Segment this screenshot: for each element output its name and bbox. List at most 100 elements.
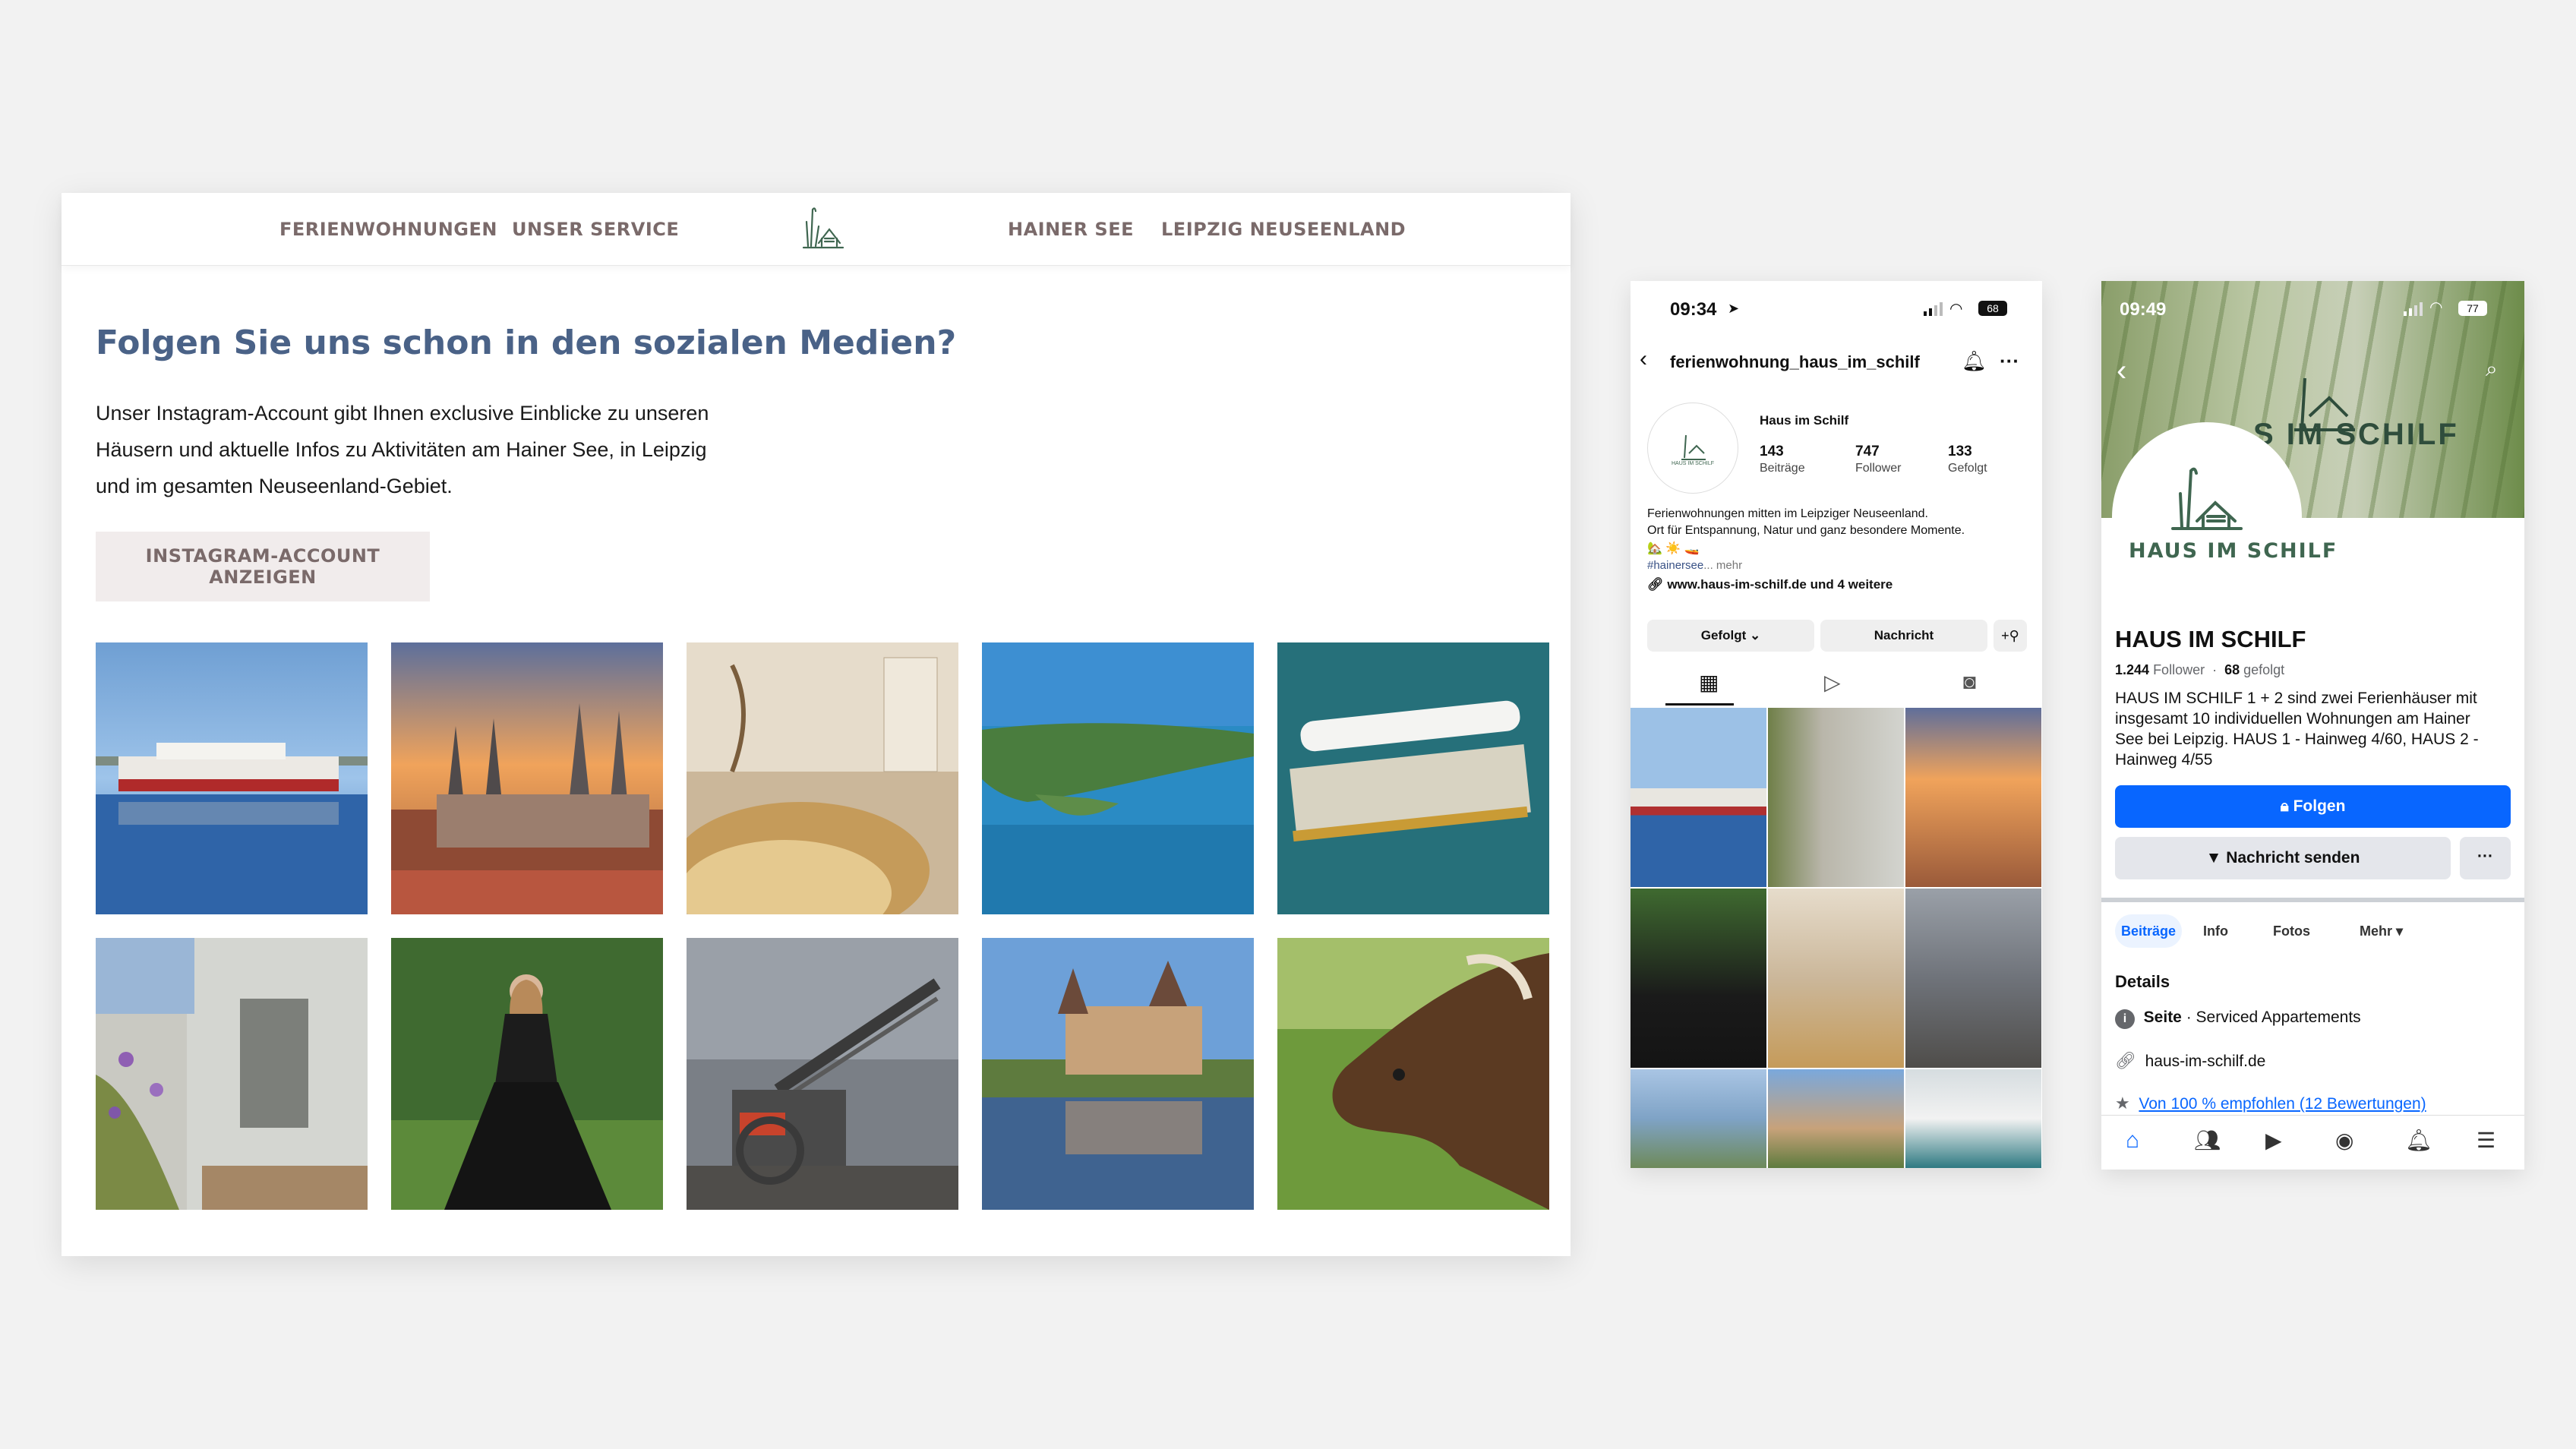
profile-icon[interactable]: ◉	[2335, 1128, 2353, 1153]
cover-title: S IM SCHILF	[2253, 418, 2459, 451]
following-button-label: Gefolgt	[1700, 628, 1747, 642]
follow-icon: 🔒︎	[2280, 797, 2293, 815]
home-icon[interactable]: ⌂	[2126, 1128, 2139, 1154]
menu-icon[interactable]: ☰	[2477, 1128, 2496, 1153]
photo-lake-aerial[interactable]	[982, 642, 1254, 914]
detail-category: i Seite · Serviced Appartements	[2115, 1009, 2361, 1029]
back-arrow-icon[interactable]: ‹	[1640, 346, 1647, 372]
search-icon[interactable]: ⌕	[2486, 357, 2498, 382]
tab-beitraege[interactable]: Beiträge	[2115, 914, 2182, 948]
bell-icon[interactable]: 🔔︎	[1962, 349, 1987, 373]
ig-post-aerial[interactable]	[1631, 1069, 1766, 1168]
nav-unser-service[interactable]: UNSER SERVICE	[512, 219, 679, 240]
description-line: HAUS IM SCHILF 1 + 2 sind zwei Ferienhäu…	[2115, 690, 2477, 707]
bio-line: Ort für Entspannung, Natur und ganz beso…	[1647, 524, 1965, 537]
display-name: Haus im Schilf	[1760, 413, 1849, 428]
photo-dining-table[interactable]	[687, 642, 958, 914]
follow-button[interactable]: 🔒︎ Folgen	[2115, 785, 2511, 828]
bio-link[interactable]: 🔗︎ www.haus-im-schilf.de und 4 weitere	[1647, 577, 1893, 592]
facebook-page-screenshot: 09:49 ◠ 77 ‹ ⌕ S IM SCHILF HAUS IM SCHIL…	[2101, 281, 2524, 1170]
description-line: See bei Leipzig. HAUS 1 - Hainweg 4/60, …	[2115, 731, 2479, 748]
photo-house-terrace[interactable]	[96, 938, 368, 1210]
send-message-label: Nachricht senden	[2226, 849, 2360, 867]
section-divider	[2101, 898, 2524, 902]
site-logo-icon[interactable]	[793, 199, 852, 258]
ig-post-castle[interactable]	[1768, 1069, 1904, 1168]
social-heading: Folgen Sie uns schon in den sozialen Med…	[96, 324, 957, 362]
description-line: Häusern und aktuelle Infos zu Aktivitäte…	[96, 438, 707, 461]
back-arrow-icon[interactable]: ‹	[2117, 354, 2126, 388]
followers-count[interactable]: 1.244	[2115, 662, 2149, 677]
page-name: HAUS IM SCHILF	[2115, 626, 2306, 652]
link-icon: 🔗︎	[2115, 1051, 2136, 1070]
website-preview: FERIENWOHNUNGEN UNSER SERVICE HAINER SEE…	[62, 193, 1571, 1256]
ig-post-ferry[interactable]	[1631, 708, 1766, 887]
following-label[interactable]: gefolgt	[2243, 662, 2284, 677]
more-options-icon[interactable]: ···	[2000, 349, 2019, 373]
avatar[interactable]: HAUS IM SCHILF	[1647, 402, 1738, 494]
detail-rating[interactable]: ★ Von 100 % empfohlen (12 Bewertungen)	[2115, 1094, 2426, 1113]
photo-mining-excavator[interactable]	[687, 938, 958, 1210]
detail-category-bold: Seite	[2143, 1009, 2182, 1026]
hashtag-link[interactable]: #hainersee	[1647, 559, 1703, 572]
following-count[interactable]: 68	[2224, 662, 2240, 677]
stat-following-label[interactable]: Gefolgt	[1948, 462, 1987, 475]
bell-icon[interactable]: 🔔︎	[2405, 1128, 2432, 1153]
bio-emoji: 🏡 ☀️ 🚤	[1647, 542, 1700, 555]
stat-followers-value[interactable]: 747	[1855, 444, 1880, 460]
location-arrow-icon: ➤	[1728, 301, 1740, 316]
battery-icon: 68	[1978, 301, 2007, 316]
description-line: insgesamt 10 individuellen Wohnungen am …	[2115, 710, 2470, 728]
nav-hainer-see[interactable]: HAINER SEE	[1008, 219, 1134, 240]
grid-tab-icon[interactable]: ▦	[1699, 670, 1719, 695]
more-link[interactable]: ... mehr	[1703, 559, 1742, 572]
detail-website[interactable]: 🔗︎ haus-im-schilf.de	[2115, 1051, 2265, 1071]
instagram-profile-screenshot: 09:34 ➤ ◠ 68 ‹ ferienwohnung_haus_im_sch…	[1631, 281, 2042, 1168]
page-description: HAUS IM SCHILF 1 + 2 sind zwei Ferienhäu…	[2115, 688, 2479, 770]
video-icon[interactable]: ▶	[2265, 1128, 2282, 1153]
tab-info[interactable]: Info	[2203, 923, 2228, 939]
send-message-button[interactable]: ▼ Nachricht senden	[2115, 837, 2451, 879]
ig-post-terrace[interactable]	[1768, 708, 1904, 887]
add-person-icon[interactable]: +⚲	[1994, 620, 2027, 652]
tab-mehr-label: Mehr	[2360, 923, 2393, 939]
friends-icon[interactable]: 👥︎	[2194, 1128, 2221, 1153]
detail-website-text[interactable]: haus-im-schilf.de	[2145, 1053, 2266, 1070]
active-tab-indicator	[1665, 703, 1734, 706]
nav-ferienwohnungen[interactable]: FERIENWOHNUNGEN	[279, 219, 497, 240]
follow-button-label: Folgen	[2293, 797, 2346, 815]
followers-label[interactable]: Follower	[2153, 662, 2205, 677]
stat-followers-label[interactable]: Follower	[1855, 462, 1901, 475]
description-line: Hainweg 4/55	[2115, 751, 2213, 769]
stat-following-value[interactable]: 133	[1948, 444, 1972, 460]
photo-castle-reflection[interactable]	[982, 938, 1254, 1210]
ig-post-gown[interactable]	[1631, 889, 1766, 1068]
ig-post-pontoon[interactable]	[1905, 1069, 2041, 1168]
ig-post-dining[interactable]	[1768, 889, 1904, 1068]
ig-post-excavator[interactable]	[1905, 889, 2041, 1068]
battery-icon: 77	[2458, 301, 2487, 316]
nav-leipzig-neuseenland[interactable]: LEIPZIG NEUSEENLAND	[1161, 219, 1406, 240]
instagram-account-button[interactable]: INSTAGRAM-ACCOUNT ANZEIGEN	[96, 532, 430, 601]
tab-mehr[interactable]: Mehr ▾	[2360, 923, 2403, 939]
photo-ferry-boat[interactable]	[96, 642, 368, 914]
caret-down-icon: ▾	[2396, 923, 2404, 939]
photo-bison[interactable]	[1277, 938, 1549, 1210]
tagged-tab-icon[interactable]: ◙	[1963, 670, 1976, 694]
bottom-nav: ⌂ 👥︎ ▶ ◉ 🔔︎ ☰	[2101, 1115, 2524, 1170]
photo-woman-in-gown[interactable]	[391, 938, 663, 1210]
bio-link-text[interactable]: www.haus-im-schilf.de und 4 weitere	[1667, 577, 1893, 592]
page-logo[interactable]: HAUS IM SCHILF	[2112, 422, 2336, 612]
detail-rating-text[interactable]: Von 100 % empfohlen (12 Bewertungen)	[2139, 1095, 2426, 1113]
ig-post-cathedral[interactable]	[1905, 708, 2041, 887]
more-options-icon[interactable]: ···	[2460, 837, 2511, 879]
tab-fotos[interactable]: Fotos	[2273, 923, 2310, 939]
details-heading: Details	[2115, 972, 2170, 991]
reels-tab-icon[interactable]: ▷	[1824, 670, 1841, 695]
following-button[interactable]: Gefolgt ⌄	[1647, 620, 1814, 652]
photo-pontoon-boat[interactable]	[1277, 642, 1549, 914]
photo-cathedral-town[interactable]	[391, 642, 663, 914]
description-line: und im gesamten Neuseenland-Gebiet.	[96, 475, 453, 497]
logo-text: HAUS IM SCHILF	[2129, 539, 2338, 563]
message-button[interactable]: Nachricht	[1820, 620, 1987, 652]
